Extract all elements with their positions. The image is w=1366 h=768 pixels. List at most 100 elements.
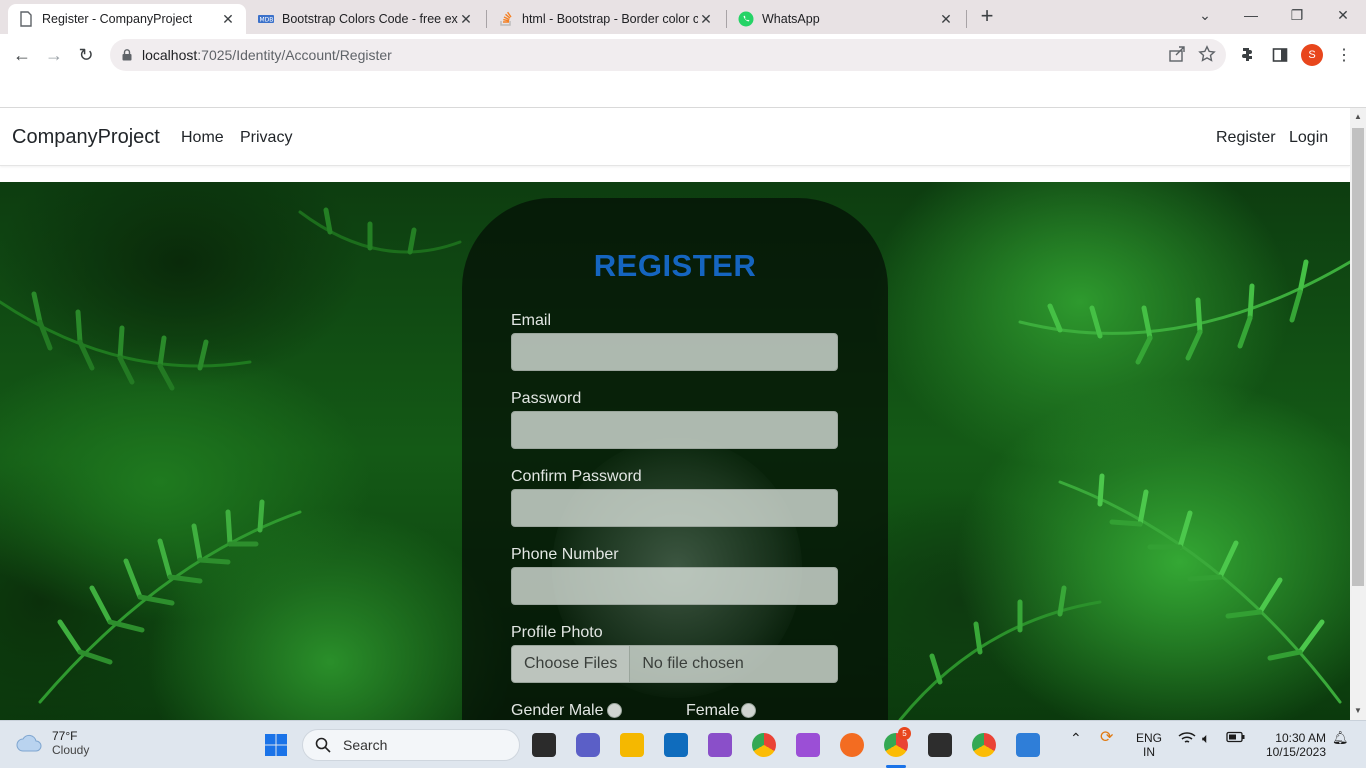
gender-female-label: Female <box>686 702 740 719</box>
browser-tab-strip: Register - CompanyProject ✕ MDB Bootstra… <box>0 0 1366 34</box>
browser-toolbar: ← → ↻ localhost:7025/Identity/Account/Re… <box>0 34 1366 76</box>
visual-studio-2-icon[interactable] <box>796 733 820 757</box>
tab-title: Register - CompanyProject <box>42 12 193 26</box>
tab-bootstrap-colors[interactable]: MDB Bootstrap Colors Code - free exa ✕ <box>248 4 484 34</box>
forward-icon[interactable]: → <box>40 42 68 70</box>
chrome-active-icon[interactable]: 5 <box>884 727 911 757</box>
sync-icon[interactable]: ⟳ <box>1100 730 1113 746</box>
bookmark-star-icon[interactable] <box>1198 45 1216 66</box>
weather-widget[interactable]: 77°F Cloudy <box>16 729 89 757</box>
close-tab-icon[interactable]: ✕ <box>220 11 236 28</box>
file-explorer-icon[interactable] <box>620 733 644 757</box>
page-top-strip <box>0 76 1366 108</box>
tab-separator <box>726 10 727 28</box>
profile-photo-input[interactable]: Choose Files No file chosen <box>511 645 838 683</box>
battery-icon[interactable] <box>1226 731 1246 746</box>
page-viewport: CompanyProject Home Privacy Register Log… <box>0 108 1366 720</box>
page-scrollbar[interactable]: ▲ ▼ <box>1350 108 1366 720</box>
register-card: REGISTER Email Password Confirm Password… <box>462 198 888 720</box>
volume-icon[interactable]: 🔈︎ <box>1202 731 1210 745</box>
clock[interactable]: 10:30 AM 10/15/2023 <box>1258 731 1326 759</box>
scroll-up-icon[interactable]: ▲ <box>1353 112 1363 121</box>
language-indicator[interactable]: ENG IN <box>1136 731 1162 759</box>
windows-taskbar: 77°F Cloudy Search 5 ⌃ ⟳ ENG IN 🔈︎ 10:30… <box>0 720 1366 768</box>
nav-register[interactable]: Register <box>1216 129 1276 147</box>
clock-time: 10:30 AM <box>1275 731 1326 745</box>
weather-condition: Cloudy <box>52 743 90 757</box>
gender-male-radio[interactable] <box>607 703 622 718</box>
svg-text:MDB: MDB <box>260 17 274 24</box>
minimize-icon[interactable]: — <box>1228 4 1274 28</box>
phone-number-field[interactable] <box>511 567 838 605</box>
visual-studio-icon[interactable] <box>708 733 732 757</box>
tab-search-chevron-icon[interactable]: ⌄ <box>1182 4 1228 28</box>
tab-separator <box>966 10 967 28</box>
more-menu-icon[interactable]: ⋮ <box>1334 45 1354 65</box>
password-label: Password <box>511 390 582 407</box>
whatsapp-icon <box>738 11 754 27</box>
tab-separator <box>486 10 487 28</box>
gender-female-radio[interactable] <box>741 703 756 718</box>
profile-avatar[interactable]: S <box>1301 44 1323 66</box>
chrome-icon[interactable] <box>752 733 776 757</box>
back-icon[interactable]: ← <box>8 42 36 70</box>
confirm-password-field[interactable] <box>511 489 838 527</box>
task-view-icon[interactable] <box>532 733 556 757</box>
nav-privacy[interactable]: Privacy <box>240 129 292 147</box>
phone-number-label: Phone Number <box>511 546 619 563</box>
teams-meet-icon[interactable] <box>576 733 600 757</box>
site-brand[interactable]: CompanyProject <box>12 126 160 149</box>
stackoverflow-icon <box>498 11 514 27</box>
notification-icon[interactable]: 🔔︎ <box>1332 731 1349 745</box>
tab-whatsapp[interactable]: WhatsApp ✕ <box>728 4 964 34</box>
temperature: 77°F <box>52 729 78 743</box>
photos-icon[interactable] <box>1016 733 1040 757</box>
nav-home[interactable]: Home <box>181 129 224 147</box>
language-code: ENG <box>1136 731 1163 745</box>
search-icon <box>315 737 331 753</box>
taskbar-search[interactable]: Search <box>302 729 520 761</box>
fern-background: REGISTER Email Password Confirm Password… <box>0 182 1350 720</box>
close-window-icon[interactable]: ✕ <box>1320 4 1366 28</box>
email-field[interactable] <box>511 333 838 371</box>
reload-icon[interactable]: ↻ <box>72 42 100 70</box>
lock-icon[interactable] <box>122 49 136 61</box>
choose-files-button[interactable]: Choose Files <box>512 646 631 682</box>
search-placeholder: Search <box>343 737 388 753</box>
cloud-icon <box>16 734 42 752</box>
scroll-down-icon[interactable]: ▼ <box>1353 706 1363 715</box>
microsoft-store-icon[interactable] <box>664 733 688 757</box>
extensions-icon[interactable] <box>1238 45 1258 65</box>
scrollbar-thumb[interactable] <box>1352 128 1364 586</box>
register-title: REGISTER <box>593 248 757 283</box>
show-hidden-icons-chevron-icon[interactable]: ⌃ <box>1070 731 1082 745</box>
postman-icon[interactable] <box>840 733 864 757</box>
tab-register[interactable]: Register - CompanyProject ✕ <box>8 4 246 34</box>
file-status: No file chosen <box>642 655 744 672</box>
wifi-icon[interactable] <box>1178 731 1196 748</box>
omnibox-actions <box>1168 45 1216 66</box>
share-icon[interactable] <box>1168 45 1186 66</box>
windows-start-icon[interactable] <box>264 733 288 757</box>
close-tab-icon[interactable]: ✕ <box>458 11 474 28</box>
side-panel-icon[interactable] <box>1270 45 1290 65</box>
chrome-profile-icon[interactable] <box>972 733 996 757</box>
tab-title: Bootstrap Colors Code - free exa <box>282 12 458 26</box>
password-field[interactable] <box>511 411 838 449</box>
new-tab-icon[interactable]: + <box>976 5 998 28</box>
restore-icon[interactable]: ❐ <box>1274 4 1320 28</box>
nav-login[interactable]: Login <box>1289 129 1328 147</box>
terminal-icon[interactable] <box>928 733 952 757</box>
close-tab-icon[interactable]: ✕ <box>698 11 714 28</box>
site-navbar: CompanyProject Home Privacy Register Log… <box>0 108 1350 166</box>
address-bar[interactable]: localhost:7025/Identity/Account/Register <box>110 39 1226 71</box>
profile-photo-label: Profile Photo <box>511 624 603 641</box>
page-icon <box>18 11 34 27</box>
close-tab-icon[interactable]: ✕ <box>938 11 954 28</box>
language-region: IN <box>1143 745 1155 759</box>
clock-date: 10/15/2023 <box>1265 745 1326 759</box>
url-path: :7025/Identity/Account/Register <box>197 47 392 63</box>
confirm-password-label: Confirm Password <box>511 468 642 485</box>
tab-stackoverflow[interactable]: html - Bootstrap - Border color c ✕ <box>488 4 724 34</box>
url-host: localhost <box>142 47 198 63</box>
